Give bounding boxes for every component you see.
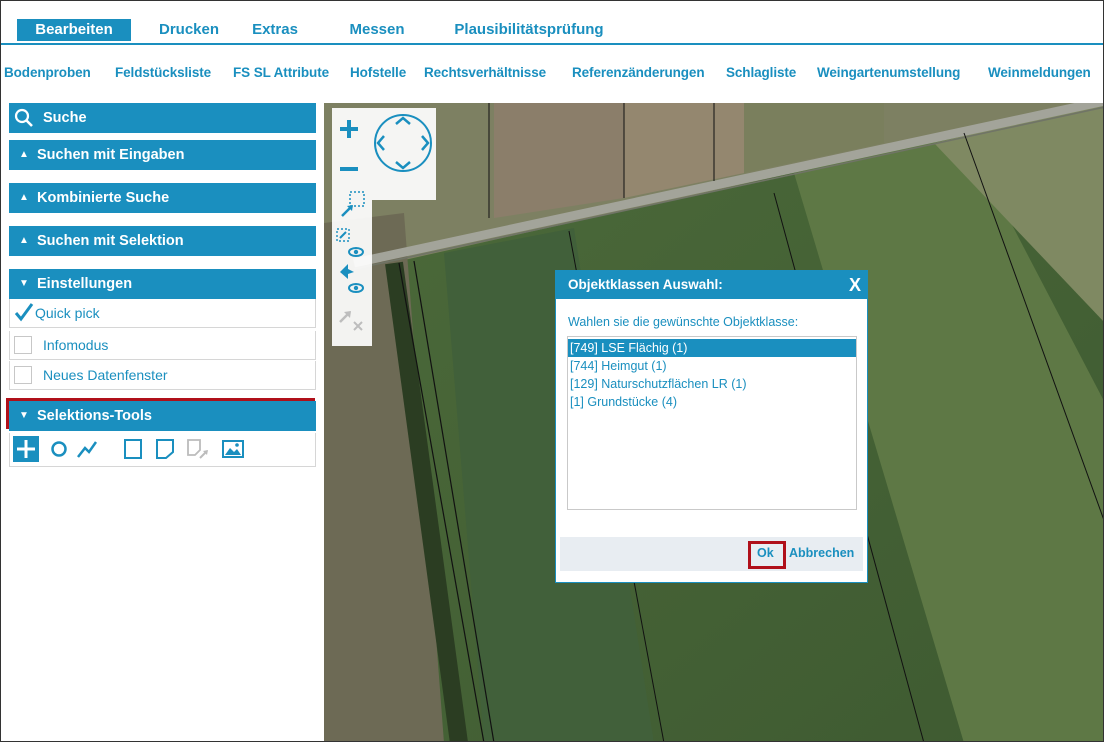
highlight-frame-ok	[748, 541, 786, 569]
neues-datenfenster-checkbox[interactable]	[14, 366, 32, 384]
section-label: Einstellungen	[37, 276, 133, 292]
option-label: Quick pick	[35, 305, 100, 321]
section-einstellungen[interactable]: ▼ Einstellungen	[9, 269, 316, 299]
option-neues-datenfenster[interactable]: Neues Datenfenster	[9, 361, 316, 390]
caret-down-icon: ▼	[19, 278, 29, 289]
option-label: Neues Datenfenster	[43, 367, 168, 383]
cancel-button[interactable]: Abbrechen	[789, 546, 854, 560]
selection-toolbar	[9, 433, 316, 467]
zoom-box-icon[interactable]	[338, 190, 368, 220]
option-infomodus[interactable]: Infomodus	[9, 331, 316, 360]
application-window: Bearbeiten Drucken Extras Messen Plausib…	[0, 0, 1104, 742]
subnav-bodenproben[interactable]: Bodenproben	[4, 65, 91, 80]
polygon-tool-icon[interactable]	[152, 436, 178, 462]
zoom-to-selection-icon[interactable]	[334, 226, 370, 260]
main-tabbar: Bearbeiten Drucken Extras Messen Plausib…	[1, 1, 1103, 45]
caret-up-icon: ▲	[19, 192, 29, 203]
search-header[interactable]: Suche	[9, 103, 316, 133]
subnav-weinmeldungen[interactable]: Weinmeldungen	[988, 65, 1091, 80]
caret-up-icon: ▲	[19, 149, 29, 160]
clear-selection-icon[interactable]	[334, 300, 370, 336]
infomodus-checkbox[interactable]	[14, 336, 32, 354]
point-tool-icon[interactable]	[13, 436, 39, 462]
subnav-fs-sl-attribute[interactable]: FS SL Attribute	[233, 65, 329, 80]
dialog-prompt: Wahlen sie die gewünschte Objektklasse:	[568, 315, 799, 329]
list-item[interactable]: [749] LSE Flächig (1)	[568, 339, 856, 357]
option-quick-pick[interactable]: Quick pick	[9, 299, 316, 328]
rectangle-tool-icon[interactable]	[120, 436, 146, 462]
subnav-feldstuecksliste[interactable]: Feldstücksliste	[115, 65, 211, 80]
section-label: Suchen mit Eingaben	[37, 147, 185, 163]
line-tool-icon[interactable]	[74, 436, 100, 462]
subnav-schlagliste[interactable]: Schlagliste	[726, 65, 796, 80]
zoom-in-icon[interactable]	[338, 118, 360, 140]
objektklassen-dialog: Objektklassen Auswahl: X Wahlen sie die …	[555, 270, 868, 583]
option-label: Infomodus	[43, 337, 109, 353]
subnav-rechtsverhaeltnisse[interactable]: Rechtsverhältnisse	[424, 65, 546, 80]
previous-view-icon[interactable]	[334, 262, 370, 296]
image-tool-icon[interactable]	[220, 436, 246, 462]
list-item[interactable]: [744] Heimgut (1)	[568, 357, 856, 375]
pan-control-icon[interactable]	[372, 112, 434, 174]
section-label: Selektions-Tools	[37, 408, 152, 424]
zoom-out-icon[interactable]	[338, 158, 360, 180]
caret-down-icon: ▼	[19, 410, 29, 421]
tab-messen[interactable]: Messen	[334, 19, 420, 41]
subnav-referenzaenderungen[interactable]: Referenzänderungen	[572, 65, 705, 80]
quick-pick-checkbox[interactable]	[14, 303, 34, 322]
tab-bearbeiten[interactable]: Bearbeiten	[17, 19, 131, 41]
search-title: Suche	[43, 110, 87, 126]
tab-drucken[interactable]: Drucken	[146, 19, 232, 41]
subnav-bar: Bodenproben Feldstücksliste FS SL Attrib…	[1, 45, 1103, 103]
objektklassen-listbox[interactable]: [749] LSE Flächig (1) [744] Heimgut (1) …	[567, 336, 857, 510]
dialog-header: Objektklassen Auswahl: X	[556, 271, 867, 299]
dialog-title: Objektklassen Auswahl:	[568, 277, 723, 292]
section-kombinierte-suche[interactable]: ▲ Kombinierte Suche	[9, 183, 316, 213]
map-tool-control	[332, 191, 372, 346]
list-item[interactable]: [1] Grundstücke (4)	[568, 393, 856, 411]
tab-extras[interactable]: Extras	[245, 19, 305, 41]
section-suchen-mit-eingaben[interactable]: ▲ Suchen mit Eingaben	[9, 140, 316, 170]
search-icon	[14, 108, 33, 127]
section-suchen-mit-selektion[interactable]: ▲ Suchen mit Selektion	[9, 226, 316, 256]
left-panel: Suche ▲ Suchen mit Eingaben ▲ Kombiniert…	[6, 103, 316, 741]
section-label: Suchen mit Selektion	[37, 233, 184, 249]
section-label: Kombinierte Suche	[37, 190, 170, 206]
caret-up-icon: ▲	[19, 235, 29, 246]
map-navigation-control	[332, 108, 436, 200]
checkmark-icon	[14, 303, 34, 322]
dialog-footer: Ok Abbrechen	[560, 537, 863, 571]
polygon-select-icon[interactable]	[184, 436, 210, 462]
close-icon[interactable]: X	[849, 271, 861, 299]
section-selektions-tools[interactable]: ▼ Selektions-Tools	[9, 401, 316, 431]
subnav-weingartenumstellung[interactable]: Weingartenumstellung	[817, 65, 960, 80]
tab-plausibilitaetspruefung[interactable]: Plausibilitätsprüfung	[441, 19, 617, 41]
subnav-hofstelle[interactable]: Hofstelle	[350, 65, 406, 80]
circle-tool-icon[interactable]	[46, 436, 72, 462]
list-item[interactable]: [129] Naturschutzflächen LR (1)	[568, 375, 856, 393]
